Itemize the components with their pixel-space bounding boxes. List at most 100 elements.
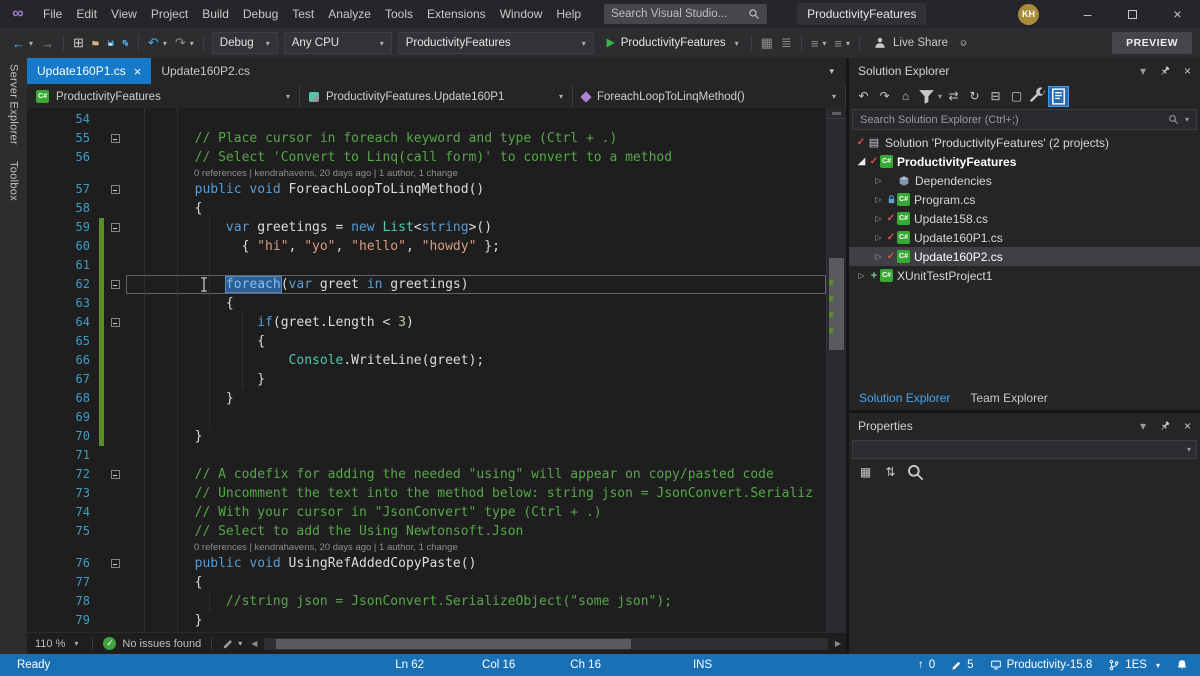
filter-icon[interactable]: [917, 87, 936, 106]
outgoing-commits-button[interactable]: ↑0: [918, 659, 935, 671]
branch-button[interactable]: 1ES▾: [1108, 659, 1160, 671]
close-icon[interactable]: ×: [1184, 419, 1191, 433]
code-line-60[interactable]: 60 { "hi", "yo", "hello", "howdy" };: [27, 237, 826, 256]
code-line-58[interactable]: 58 {: [27, 199, 826, 218]
expander-icon[interactable]: ▷: [872, 252, 885, 261]
properties-wrench-icon[interactable]: [1028, 87, 1047, 106]
close-button[interactable]: ×: [1155, 0, 1200, 28]
repository-button[interactable]: Productivity-15.8: [990, 659, 1093, 671]
expander-icon[interactable]: ▷: [872, 214, 885, 223]
save-all-button[interactable]: [118, 31, 133, 55]
code-line-66[interactable]: 66 Console.WriteLine(greet);: [27, 351, 826, 370]
fold-collapse-icon[interactable]: [104, 180, 126, 199]
code-line-77[interactable]: 77 {: [27, 573, 826, 592]
code-line-72[interactable]: 72 // A codefix for adding the needed "u…: [27, 465, 826, 484]
show-all-files-icon[interactable]: ▢: [1007, 87, 1026, 106]
editor-tab-update160p1-cs[interactable]: Update160P1.cs×: [27, 58, 151, 84]
redo-button[interactable]: ↷▾: [171, 31, 198, 55]
codelens-row[interactable]: 0 references | kendrahavens, 20 days ago…: [27, 541, 826, 554]
tool-tab-team-explorer[interactable]: Team Explorer: [960, 386, 1057, 410]
find-in-files-button[interactable]: ≣: [777, 31, 796, 55]
code-line-56[interactable]: 56 // Select 'Convert to Linq(call form)…: [27, 148, 826, 167]
code-line-73[interactable]: 73 // Uncomment the text into the method…: [27, 484, 826, 503]
startup-projects-dropdown[interactable]: ProductivityFeatures▾: [398, 32, 594, 54]
menu-analyze[interactable]: Analyze: [321, 0, 378, 28]
editor-splitter-grip[interactable]: [827, 108, 846, 119]
code-cleanup-button[interactable]: ▾: [218, 632, 246, 656]
solution-platforms-dropdown[interactable]: Any CPU▾: [284, 32, 392, 54]
fold-collapse-icon[interactable]: [104, 275, 126, 294]
fold-collapse-icon[interactable]: [104, 218, 126, 237]
code-line-54[interactable]: 54: [27, 110, 826, 129]
scroll-right-icon[interactable]: ▶: [830, 639, 846, 648]
window-menu-chevron-icon[interactable]: ▾: [1140, 419, 1146, 433]
code-line-70[interactable]: 70 }: [27, 427, 826, 446]
tree-item-update160p2-cs[interactable]: ▷✓C#Update160P2.cs: [849, 247, 1200, 266]
close-icon[interactable]: ×: [1184, 64, 1191, 78]
tree-item-solution-productivityfeatures-2-projects[interactable]: ✓▤Solution 'ProductivityFeatures' (2 pro…: [849, 133, 1200, 152]
tree-item-productivityfeatures[interactable]: ◢✓C#ProductivityFeatures: [849, 152, 1200, 171]
pin-icon[interactable]: [1159, 65, 1171, 77]
expander-icon[interactable]: ▷: [855, 271, 868, 280]
code-line-61[interactable]: 61: [27, 256, 826, 275]
home-icon[interactable]: ⌂: [896, 87, 915, 106]
expander-icon[interactable]: ▷: [872, 176, 885, 185]
code-line-67[interactable]: 67 }: [27, 370, 826, 389]
properties-object-dropdown[interactable]: ▾: [852, 440, 1197, 459]
expander-icon[interactable]: ▷: [872, 233, 885, 242]
performance-profiler-button[interactable]: ▦: [757, 31, 777, 55]
breadcrumb-dropdown-1[interactable]: ProductivityFeatures.Update160P1▾: [300, 85, 573, 108]
tree-item-program-cs[interactable]: ▷C#Program.cs: [849, 190, 1200, 209]
navigate-forward-history-button[interactable]: ≡▾: [830, 31, 854, 55]
menu-file[interactable]: File: [36, 0, 69, 28]
feedback-icon[interactable]: [956, 31, 971, 55]
code-line-69[interactable]: 69: [27, 408, 826, 427]
horizontal-scrollbar[interactable]: [264, 638, 827, 650]
solution-configurations-dropdown[interactable]: Debug▾: [212, 32, 278, 54]
rail-tab-toolbox[interactable]: Toolbox: [8, 161, 20, 201]
fold-collapse-icon[interactable]: [104, 554, 126, 573]
navigate-forward-button[interactable]: →: [37, 31, 58, 55]
undo-navigation-icon[interactable]: ↶: [854, 87, 873, 106]
code-line-76[interactable]: 76 public void UsingRefAddedCopyPaste(): [27, 554, 826, 573]
code-lines[interactable]: 5455 // Place cursor in foreach keyword …: [27, 108, 826, 632]
preview-badge[interactable]: PREVIEW: [1112, 32, 1192, 54]
new-project-button[interactable]: ⊞: [69, 31, 88, 55]
menu-tools[interactable]: Tools: [378, 0, 420, 28]
rail-tab-server-explorer[interactable]: Server Explorer: [8, 64, 20, 145]
editor-tab-update160p2-cs[interactable]: Update160P2.cs: [151, 58, 260, 84]
navigate-backward-button[interactable]: ←▾: [8, 31, 37, 55]
code-line-57[interactable]: 57 public void ForeachLoopToLinqMethod(): [27, 180, 826, 199]
start-debugging-button[interactable]: ProductivityFeatures▾: [597, 31, 746, 55]
open-folder-button[interactable]: [88, 31, 103, 55]
refresh-icon[interactable]: ↻: [965, 87, 984, 106]
code-line-62[interactable]: 62 foreach(var greet in greetings): [27, 275, 826, 294]
notifications-bell-icon[interactable]: [1176, 659, 1188, 671]
solution-explorer-header[interactable]: Solution Explorer ▾ ×: [849, 58, 1200, 84]
menu-build[interactable]: Build: [195, 0, 236, 28]
menu-project[interactable]: Project: [144, 0, 195, 28]
navigate-backward-history-button[interactable]: ≡▾: [807, 31, 831, 55]
tree-item-update160p1-cs[interactable]: ▷✓C#Update160P1.cs: [849, 228, 1200, 247]
code-line-64[interactable]: 64 if(greet.Length < 3): [27, 313, 826, 332]
pending-edits-button[interactable]: 5: [951, 659, 973, 671]
code-line-65[interactable]: 65 {: [27, 332, 826, 351]
status-insert-mode[interactable]: INS: [693, 659, 712, 671]
alphabetical-sort-icon[interactable]: ⇅: [881, 463, 900, 482]
code-line-55[interactable]: 55 // Place cursor in foreach keyword an…: [27, 129, 826, 148]
status-line[interactable]: Ln 62: [395, 659, 424, 671]
tree-item-update158-cs[interactable]: ▷✓C#Update158.cs: [849, 209, 1200, 228]
code-line-71[interactable]: 71: [27, 446, 826, 465]
menu-window[interactable]: Window: [493, 0, 550, 28]
user-avatar[interactable]: KH: [1018, 4, 1039, 25]
maximize-button[interactable]: [1110, 0, 1155, 28]
fold-collapse-icon[interactable]: [104, 129, 126, 148]
horizontal-scrollbar-thumb[interactable]: [276, 639, 631, 649]
tree-item-xunittestproject1[interactable]: ▷+C#XUnitTestProject1: [849, 266, 1200, 285]
vertical-scrollbar-thumb[interactable]: [829, 258, 844, 350]
menu-extensions[interactable]: Extensions: [420, 0, 493, 28]
document-health-indicator[interactable]: ✓No issues found: [99, 637, 205, 650]
fold-collapse-icon[interactable]: [104, 465, 126, 484]
solution-search-input[interactable]: Search Solution Explorer (Ctrl+;) ▾: [852, 109, 1197, 130]
collapse-all-icon[interactable]: ⊟: [986, 87, 1005, 106]
